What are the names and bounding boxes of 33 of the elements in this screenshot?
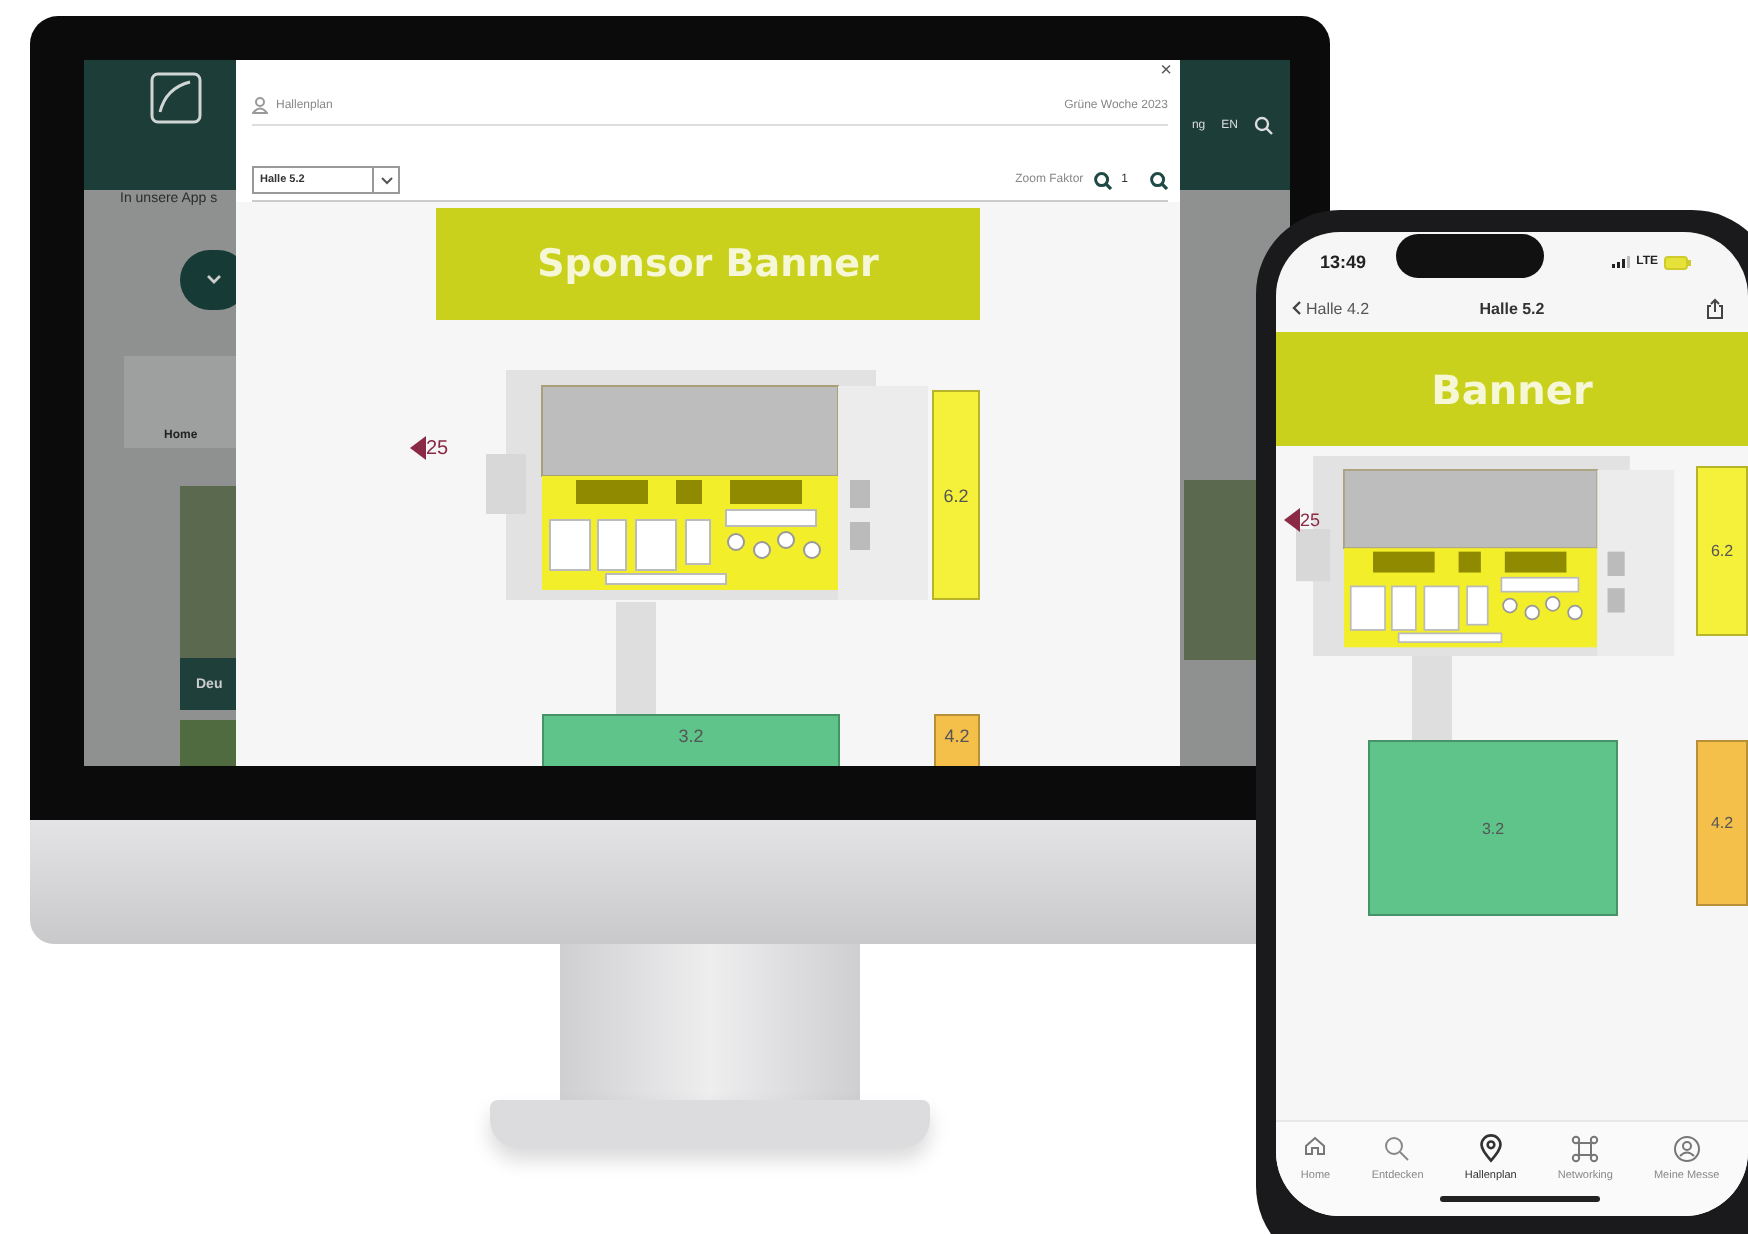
hall-block[interactable]: 4.2	[934, 714, 980, 766]
chevron-down-icon	[206, 274, 222, 286]
network-icon	[1570, 1134, 1601, 1164]
status-time: 13:49	[1320, 252, 1367, 272]
signal-icon	[1612, 256, 1631, 268]
search-icon	[1382, 1134, 1413, 1164]
battery-icon	[1664, 255, 1692, 269]
close-button[interactable]: ×	[1160, 60, 1172, 82]
search-icon[interactable]	[1254, 116, 1274, 136]
zoom-out-icon[interactable]	[1093, 171, 1112, 189]
chevron-down-icon	[379, 175, 393, 185]
arrow-left-icon[interactable]	[410, 436, 426, 460]
hall-block[interactable]: 6.2	[932, 390, 980, 600]
back-link[interactable]: Halle 4.2	[1292, 299, 1370, 317]
hall-marker-label[interactable]: 25	[426, 437, 449, 459]
hall-block[interactable]: 3.2	[1368, 740, 1618, 916]
hall-marker-label[interactable]: 25	[1300, 510, 1321, 530]
hall-block[interactable]: 4.2	[1696, 740, 1748, 906]
user-icon	[1671, 1134, 1702, 1164]
hall-block[interactable]: 3.2	[542, 714, 840, 766]
share-icon[interactable]	[1706, 297, 1724, 319]
zoom-in-icon[interactable]	[1150, 171, 1168, 189]
hall-block[interactable]: 6.2	[1696, 466, 1748, 636]
sponsor-banner: Banner	[1276, 332, 1748, 446]
photo-placeholder	[180, 720, 236, 766]
sponsor-banner: Sponsor Banner	[436, 208, 980, 320]
arrow-left-icon[interactable]	[1284, 508, 1300, 532]
map-pin-icon	[1474, 1133, 1507, 1165]
chevron-left-icon	[1292, 300, 1302, 316]
search-panel	[124, 356, 236, 448]
user-icon	[252, 96, 268, 114]
screen-title: Halle 5.2	[1479, 299, 1545, 317]
logo-icon[interactable]	[150, 72, 202, 124]
